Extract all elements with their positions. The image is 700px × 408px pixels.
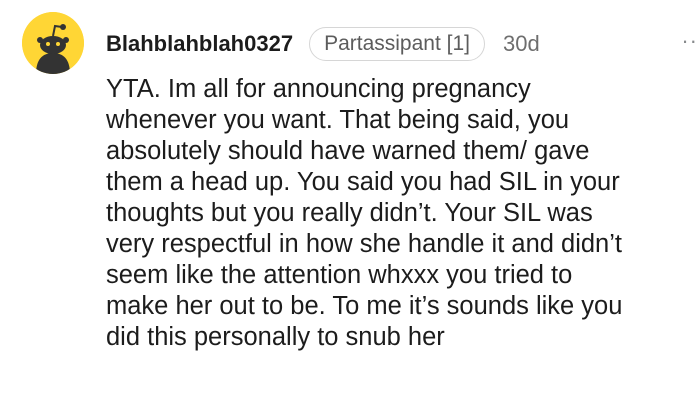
comment-body-line: YTA. Im all for announcing pregnancy — [106, 75, 531, 103]
comment: Blahblahblah0327 Partassipant [1] 30d ··… — [0, 0, 700, 408]
comment-body-line: them a head up. You said you had SIL in … — [106, 168, 620, 196]
comment-body-line: thoughts but you really didn’t. Your SIL… — [106, 199, 593, 227]
comment-body-line: seem like the attention whxxx you tried … — [106, 261, 573, 289]
comment-body-line: did this personally to snub her — [106, 323, 445, 351]
comment-body-line: whenever you want. That being said, you — [106, 106, 570, 134]
user-flair-badge: Partassipant [1] — [309, 27, 485, 61]
comment-header: Blahblahblah0327 Partassipant [1] 30d — [106, 22, 540, 66]
comment-age: 30d — [503, 31, 540, 56]
reddit-snoo-avatar-icon[interactable] — [22, 12, 84, 74]
ellipsis-icon[interactable]: ·· — [681, 28, 698, 54]
username-link[interactable]: Blahblahblah0327 — [106, 31, 293, 57]
comment-body-line: make her out to be. To me it’s sounds li… — [106, 292, 623, 320]
comment-body: YTA. Im all for announcing pregnancy whe… — [106, 74, 700, 353]
comment-body-line: very respectful in how she handle it and… — [106, 230, 622, 258]
comment-body-line: absolutely should have warned them/ gave — [106, 137, 590, 165]
